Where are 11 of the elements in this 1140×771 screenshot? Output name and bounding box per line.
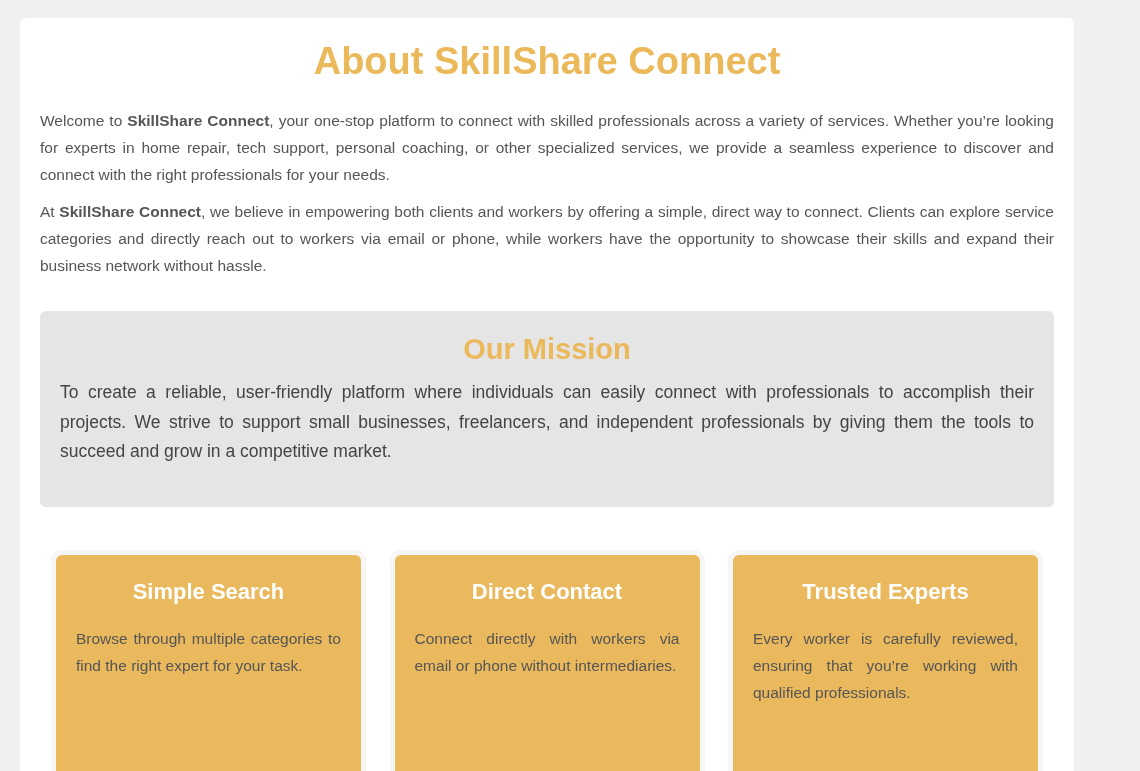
feature-text: Browse through multiple categories to find the right expert for your task.	[76, 628, 341, 676]
feature-text: Every worker is carefully reviewed, ensuring that you’re working with qualified professionals.	[753, 628, 1018, 703]
feature-heading: Trusted Experts	[801, 578, 970, 605]
intro-paragraph: Welcome to SkillShare Connect, your one-stop platform to connect with skilled professionals across a variety of services. Whether you’re looking for experts in home repair, tech support, personal coaching, or other specialized services, we provide a seamless experience to discover and connect with the right professionals for your needs.	[40, 111, 1054, 185]
page-title: About SkillShare Connect	[312, 40, 782, 83]
feature-heading: Direct Contact	[470, 578, 624, 605]
mission-heading: Our Mission	[462, 333, 632, 366]
mission-text: To create a reliable, user-friendly platform where individuals can easily connect with professionals to accomplish their projects. We strive to support small businesses, freelancers, and independent professionals by giving them the tools to succeed and grow in a competitive market.	[60, 381, 1034, 463]
feature-heading: Simple Search	[131, 578, 286, 605]
feature-text: Connect directly with workers via email or phone without intermediaries.	[414, 628, 680, 676]
intro-paragraph: At SkillShare Connect, we believe in empowering both clients and workers by offering a simple, direct way to connect. Clients can explore service categories and directly reach out to workers via email or phone, while workers have the opportunity to showcase their skills and expand their business network without hassle.	[40, 202, 1054, 276]
